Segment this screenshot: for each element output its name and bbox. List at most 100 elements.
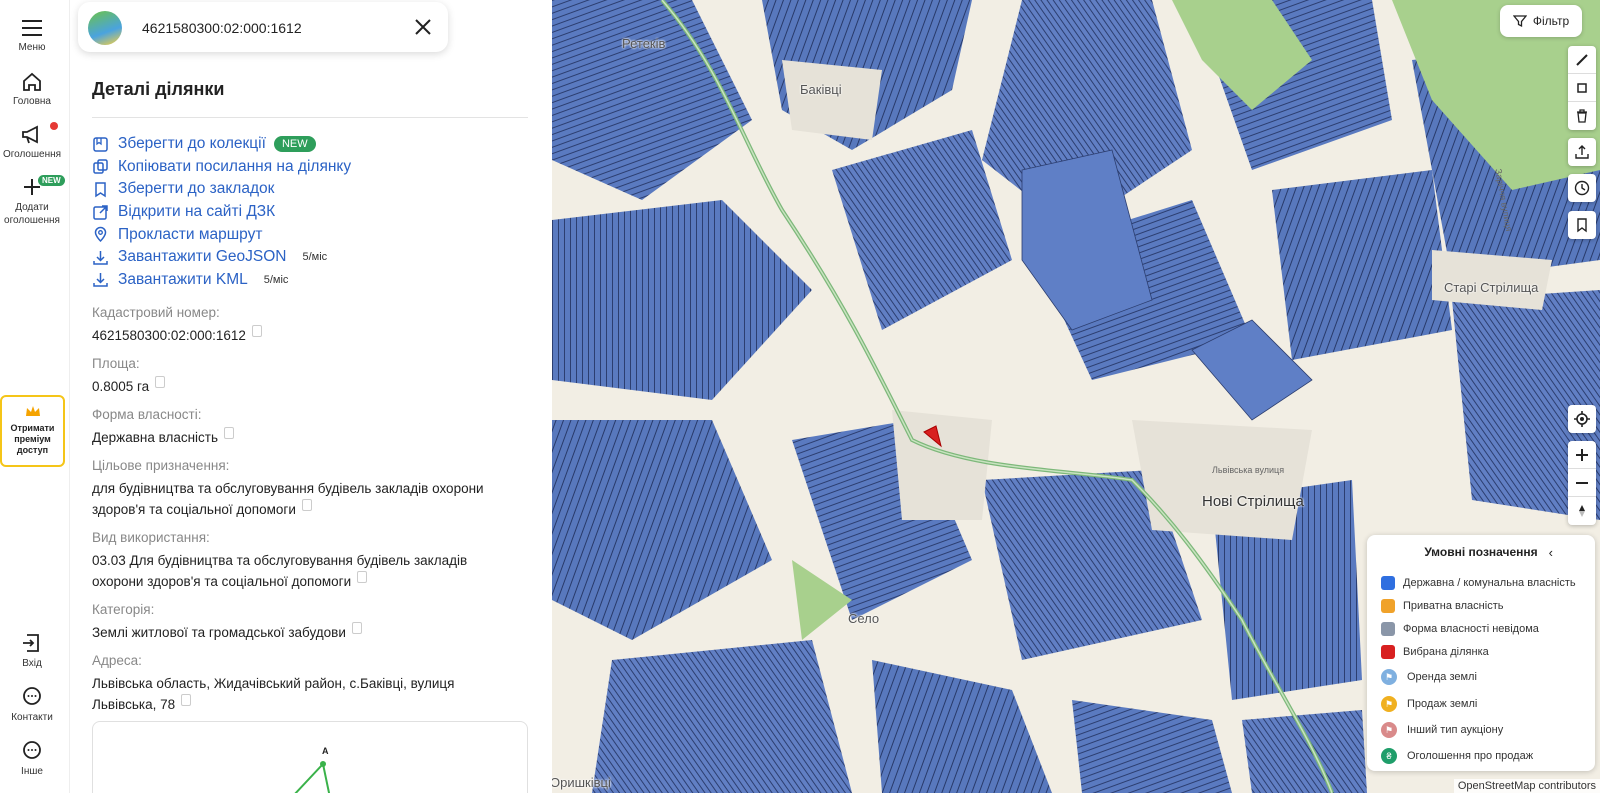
- line-tool-icon: [1576, 53, 1588, 66]
- zoom-controls: [1568, 441, 1596, 525]
- geolocate-button[interactable]: [1568, 405, 1596, 433]
- copy-icon[interactable]: [301, 499, 312, 511]
- copy-icon[interactable]: [357, 571, 368, 583]
- geolocate-control: [1568, 405, 1596, 433]
- zoom-in-button[interactable]: [1568, 441, 1596, 469]
- legend-label: Приватна власність: [1403, 600, 1504, 612]
- area-value: 0.8005 га: [92, 376, 512, 397]
- panel-title: Деталі ділянки: [92, 79, 225, 99]
- cadastral-text: 4621580300:02:000:1612: [92, 328, 246, 343]
- new-badge: NEW: [38, 175, 65, 186]
- geojson-quota: 5/міс: [302, 251, 328, 264]
- save-collection-link[interactable]: Зберегти до колекції NEW: [92, 133, 351, 156]
- ownership-label: Форма власності:: [92, 407, 202, 422]
- share-control: [1568, 138, 1596, 166]
- search-query[interactable]: 4621580300:02:000:1612: [142, 20, 302, 36]
- vertex-label: A: [322, 746, 329, 756]
- app-logo: [88, 11, 122, 45]
- copy-link-icon: [93, 159, 108, 175]
- add-label-2: оголошення: [4, 215, 60, 226]
- share-button[interactable]: [1568, 138, 1596, 166]
- legend-label: Оренда землі: [1407, 671, 1477, 683]
- usage-value: 03.03 Для будівництва та обслуговування …: [92, 550, 512, 592]
- premium-button[interactable]: Отримати преміум доступ: [0, 395, 65, 467]
- other-button[interactable]: Інше: [0, 740, 64, 777]
- category-label: Категорія:: [92, 602, 155, 617]
- download-geojson-link[interactable]: Завантажити GeoJSON 5/міс: [92, 246, 351, 269]
- location-pin-icon: [94, 226, 107, 243]
- legend-item: ⚑ Оренда землі: [1381, 669, 1477, 685]
- cadastral-value: 4621580300:02:000:1612: [92, 325, 512, 346]
- parcel-shape-preview: A: [92, 721, 528, 793]
- address-label: Адреса:: [92, 653, 142, 668]
- chevron-left-icon[interactable]: ‹: [1549, 545, 1553, 560]
- legend-swatch-state: [1381, 576, 1395, 590]
- legend-label: Оголошення про продаж: [1407, 750, 1534, 762]
- legend-swatch-selected: [1381, 645, 1395, 659]
- map-place-bakivtsi: Баківці: [800, 82, 842, 97]
- area-label: Площа:: [92, 356, 140, 371]
- ads-button[interactable]: Оголошення: [0, 125, 64, 160]
- contacts-label: Контакти: [11, 712, 53, 723]
- copy-icon[interactable]: [181, 694, 192, 706]
- more-icon: [23, 741, 41, 759]
- rent-marker-icon: ⚑: [1381, 669, 1397, 685]
- copy-link-link[interactable]: Копіювати посилання на ділянку: [92, 156, 351, 179]
- nav-rail: Меню Головна Оголошення Додати оголошенн…: [0, 0, 70, 793]
- usage-text: 03.03 Для будівництва та обслуговування …: [92, 553, 468, 589]
- megaphone-icon: [22, 125, 38, 144]
- draw-line-button[interactable]: [1568, 46, 1596, 74]
- chat-icon: [23, 687, 41, 705]
- delete-drawing-button[interactable]: [1568, 102, 1596, 130]
- legend-item: Державна / комунальна власність: [1381, 576, 1576, 590]
- legend-swatch-private: [1381, 599, 1395, 613]
- minus-icon: [1576, 481, 1588, 484]
- home-button[interactable]: Головна: [0, 72, 64, 107]
- home-icon: [23, 72, 41, 91]
- download-kml-link[interactable]: Завантажити KML 5/міс: [92, 269, 351, 292]
- legend-item: ⚑ Продаж землі: [1381, 696, 1477, 712]
- auction-marker-icon: ⚑: [1381, 722, 1397, 738]
- bookmark-link[interactable]: Зберегти до закладок: [92, 178, 351, 201]
- close-icon[interactable]: [412, 16, 434, 38]
- map-place-top: Ретеків: [622, 36, 666, 51]
- actions-list: Зберегти до колекції NEW Копіювати посил…: [92, 133, 351, 291]
- purpose-text: для будівництва та обслуговування будіве…: [92, 481, 484, 517]
- bookmarks-button[interactable]: [1568, 211, 1596, 239]
- filter-label: Фільтр: [1532, 14, 1570, 28]
- route-label: Прокласти маршрут: [118, 225, 263, 243]
- notification-dot: [50, 122, 58, 130]
- bookmark-icon: [95, 182, 106, 198]
- contacts-button[interactable]: Контакти: [0, 686, 64, 723]
- route-link[interactable]: Прокласти маршрут: [92, 223, 351, 246]
- copy-icon[interactable]: [251, 325, 262, 337]
- draw-tools: [1568, 46, 1596, 130]
- map-place-novi: Нові Стрілища: [1202, 493, 1304, 510]
- zoom-out-button[interactable]: [1568, 469, 1596, 497]
- menu-label: Меню: [18, 42, 46, 53]
- details-panel: 4621580300:02:000:1612 Деталі ділянки Зб…: [70, 0, 552, 793]
- area-text: 0.8005 га: [92, 379, 150, 394]
- open-dzk-link[interactable]: Відкрити на сайті ДЗК: [92, 201, 351, 224]
- map-attribution[interactable]: OpenStreetMap contributors: [1453, 779, 1600, 793]
- reset-north-button[interactable]: [1568, 497, 1596, 525]
- ownership-value: Державна власність: [92, 427, 512, 448]
- map-view[interactable]: Ретеків Баківці Старі Стрілища Нові Стрі…: [552, 0, 1600, 793]
- copy-icon[interactable]: [351, 622, 362, 634]
- draw-polygon-button[interactable]: [1568, 74, 1596, 102]
- new-badge-collection: NEW: [273, 136, 316, 153]
- legend-swatch-unknown: [1381, 622, 1395, 636]
- road-label-lvivska: Львівська вулиця: [1212, 465, 1285, 475]
- menu-button[interactable]: Меню: [0, 18, 64, 53]
- premium-label-3: доступ: [16, 445, 49, 455]
- sale-marker-icon: ⚑: [1381, 696, 1397, 712]
- login-label: Вхід: [22, 658, 42, 669]
- search-bar[interactable]: 4621580300:02:000:1612: [78, 2, 448, 52]
- hryvnia-icon: ₴: [1381, 748, 1397, 764]
- open-dzk-label: Відкрити на сайті ДЗК: [118, 203, 276, 221]
- history-button[interactable]: [1568, 174, 1596, 202]
- copy-icon[interactable]: [155, 376, 166, 388]
- copy-icon[interactable]: [224, 427, 235, 439]
- login-button[interactable]: Вхід: [0, 632, 64, 669]
- filter-button[interactable]: Фільтр: [1500, 5, 1582, 37]
